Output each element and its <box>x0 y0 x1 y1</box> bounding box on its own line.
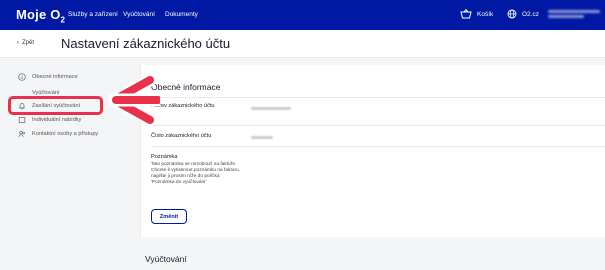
divider <box>151 146 605 147</box>
people-icon <box>18 130 26 138</box>
site-link[interactable]: O2.cz <box>507 9 539 19</box>
cart-label: Košík <box>477 10 494 18</box>
blurred-account-number <box>251 136 273 139</box>
site-label: O2.cz <box>522 10 539 18</box>
nav-billing[interactable]: Vyúčtování <box>123 11 155 18</box>
arrow-icon <box>107 73 160 127</box>
globe-icon <box>507 9 517 19</box>
field-label-note: Poznámka <box>151 154 178 160</box>
brand-logo[interactable]: Moje O2 <box>16 7 65 25</box>
blurred-user-detail <box>548 15 585 18</box>
sidebar-item-label: Obecné informace <box>32 74 78 80</box>
chevron-left-icon: ‹ <box>17 40 19 46</box>
field-label-account-number: Číslo zákaznického účtu <box>151 133 212 139</box>
nav-services[interactable]: Služby a zařízení <box>68 11 118 18</box>
page-header: ‹ Zpět Nastavení zákaznického účtu <box>0 30 605 58</box>
main-content: Obecné informace Název zákaznického účtu… <box>140 65 605 237</box>
divider <box>151 97 605 98</box>
cart-link[interactable]: Košík <box>460 9 493 19</box>
offer-icon <box>18 116 26 124</box>
back-link[interactable]: ‹ Zpět <box>17 40 34 46</box>
info-icon <box>18 73 26 81</box>
top-navigation: Moje O2 Služby a zařízení Vyúčtování Dok… <box>0 0 605 30</box>
blurred-account-name <box>251 107 291 110</box>
back-label: Zpět <box>22 40 35 46</box>
section-title-billing: Vyúčtování <box>145 254 187 264</box>
blurred-user-name <box>548 10 600 13</box>
field-label-account-name: Název zákaznického účtu <box>151 103 215 109</box>
page-title: Nastavení zákaznického účtu <box>61 36 231 51</box>
note-description: Tato poznámka se nezobrazí na faktuře. C… <box>151 162 241 185</box>
sidebar-item-label: Individuální nabídky <box>32 117 82 123</box>
highlight-box <box>8 96 103 115</box>
sidebar-item-label: Kontaktní osoby a přístupy <box>32 131 99 137</box>
divider <box>151 125 605 126</box>
basket-icon <box>460 9 472 19</box>
user-account-menu[interactable] <box>548 10 600 19</box>
nav-documents[interactable]: Dokumenty <box>165 11 198 18</box>
edit-button[interactable]: Změnit <box>151 209 187 224</box>
section-title-general: Obecné informace <box>151 82 221 92</box>
